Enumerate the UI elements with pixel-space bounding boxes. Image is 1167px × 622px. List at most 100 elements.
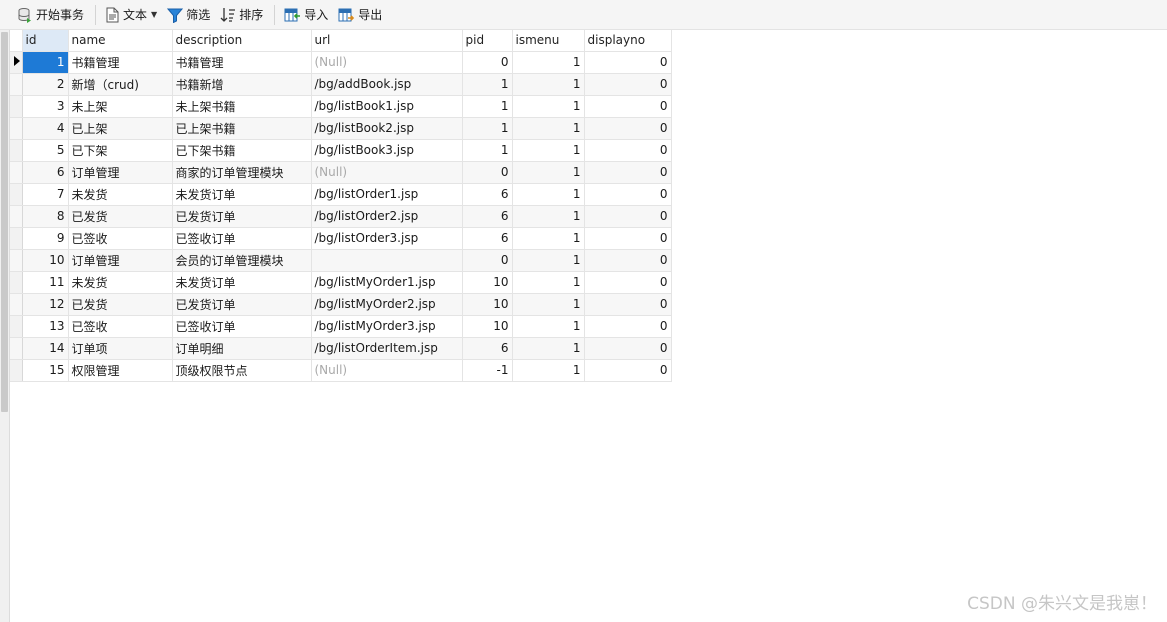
column-header-pid[interactable]: pid	[462, 30, 513, 52]
cell-name[interactable]: 新增（crud)	[68, 73, 173, 96]
cell-url[interactable]: /bg/listOrderItem.jsp	[311, 337, 463, 360]
cell-url[interactable]: /bg/listOrder3.jsp	[311, 227, 463, 250]
cell-description[interactable]: 未发货订单	[172, 183, 312, 206]
cell-displayno[interactable]: 0	[584, 139, 672, 162]
column-header-ismenu[interactable]: ismenu	[512, 30, 585, 52]
table-row[interactable]: 14 订单项 订单明细/bg/listOrderItem.jsp 6 1 0	[10, 337, 672, 360]
row-indicator[interactable]	[10, 271, 23, 294]
cell-description[interactable]: 会员的订单管理模块	[172, 249, 312, 272]
cell-name[interactable]: 已发货	[68, 205, 173, 228]
cell-id[interactable]: 12	[22, 293, 69, 316]
cell-name[interactable]: 权限管理	[68, 359, 173, 382]
cell-url[interactable]: /bg/listBook3.jsp	[311, 139, 463, 162]
cell-url[interactable]	[311, 249, 463, 272]
cell-displayno[interactable]: 0	[584, 117, 672, 140]
cell-ismenu[interactable]: 1	[512, 359, 585, 382]
cell-name[interactable]: 已签收	[68, 227, 173, 250]
cell-description[interactable]: 已上架书籍	[172, 117, 312, 140]
row-indicator[interactable]	[10, 51, 23, 74]
cell-name[interactable]: 未发货	[68, 271, 173, 294]
cell-name[interactable]: 已上架	[68, 117, 173, 140]
cell-ismenu[interactable]: 1	[512, 183, 585, 206]
cell-pid[interactable]: 6	[462, 205, 513, 228]
cell-description[interactable]: 已发货订单	[172, 205, 312, 228]
cell-pid[interactable]: 6	[462, 227, 513, 250]
cell-id[interactable]: 6	[22, 161, 69, 184]
cell-name[interactable]: 未上架	[68, 95, 173, 118]
cell-url[interactable]: (Null)	[311, 359, 463, 382]
cell-displayno[interactable]: 0	[584, 315, 672, 338]
cell-url[interactable]: /bg/listOrder2.jsp	[311, 205, 463, 228]
row-indicator[interactable]	[10, 337, 23, 360]
cell-url[interactable]: /bg/listBook1.jsp	[311, 95, 463, 118]
cell-pid[interactable]: 1	[462, 73, 513, 96]
cell-displayno[interactable]: 0	[584, 205, 672, 228]
cell-displayno[interactable]: 0	[584, 359, 672, 382]
row-indicator[interactable]	[10, 183, 23, 206]
row-indicator[interactable]	[10, 117, 23, 140]
cell-name[interactable]: 已下架	[68, 139, 173, 162]
import-button[interactable]: 导入	[281, 3, 331, 27]
table-row[interactable]: 6 订单管理 商家的订单管理模块 (Null) 0 1 0	[10, 161, 672, 184]
cell-description[interactable]: 书籍管理	[172, 51, 312, 74]
cell-ismenu[interactable]: 1	[512, 337, 585, 360]
cell-id[interactable]: 15	[22, 359, 69, 382]
cell-name[interactable]: 未发货	[68, 183, 173, 206]
cell-pid[interactable]: 10	[462, 271, 513, 294]
cell-description[interactable]: 订单明细	[172, 337, 312, 360]
cell-displayno[interactable]: 0	[584, 337, 672, 360]
cell-url[interactable]: /bg/listOrder1.jsp	[311, 183, 463, 206]
text-button[interactable]: 文本 ▼	[102, 3, 160, 27]
cell-url[interactable]: /bg/listBook2.jsp	[311, 117, 463, 140]
cell-id[interactable]: 3	[22, 95, 69, 118]
cell-ismenu[interactable]: 1	[512, 95, 585, 118]
cell-name[interactable]: 已签收	[68, 315, 173, 338]
cell-url[interactable]: (Null)	[311, 51, 463, 74]
cell-ismenu[interactable]: 1	[512, 117, 585, 140]
row-indicator[interactable]	[10, 95, 23, 118]
cell-id[interactable]: 5	[22, 139, 69, 162]
scrollbar-thumb[interactable]	[1, 32, 8, 412]
cell-pid[interactable]: 1	[462, 95, 513, 118]
cell-displayno[interactable]: 0	[584, 271, 672, 294]
export-button[interactable]: 导出	[335, 3, 385, 27]
cell-ismenu[interactable]: 1	[512, 249, 585, 272]
sort-button[interactable]: 排序	[217, 3, 266, 27]
cell-description[interactable]: 已签收订单	[172, 315, 312, 338]
cell-pid[interactable]: -1	[462, 359, 513, 382]
cell-pid[interactable]: 1	[462, 117, 513, 140]
cell-description[interactable]: 已签收订单	[172, 227, 312, 250]
table-row[interactable]: 15 权限管理 顶级权限节点 (Null) -1 1 0	[10, 359, 672, 382]
row-indicator[interactable]	[10, 293, 23, 316]
table-row[interactable]: 9 已签收 已签收订单/bg/listOrder3.jsp 6 1 0	[10, 227, 672, 250]
cell-url[interactable]: /bg/listMyOrder1.jsp	[311, 271, 463, 294]
cell-ismenu[interactable]: 1	[512, 293, 585, 316]
cell-ismenu[interactable]: 1	[512, 227, 585, 250]
cell-pid[interactable]: 6	[462, 337, 513, 360]
cell-ismenu[interactable]: 1	[512, 271, 585, 294]
cell-displayno[interactable]: 0	[584, 183, 672, 206]
cell-name[interactable]: 订单项	[68, 337, 173, 360]
table-row[interactable]: 8 已发货 已发货订单/bg/listOrder2.jsp 6 1 0	[10, 205, 672, 228]
cell-description[interactable]: 已下架书籍	[172, 139, 312, 162]
cell-displayno[interactable]: 0	[584, 51, 672, 74]
cell-id[interactable]: 9	[22, 227, 69, 250]
cell-name[interactable]: 订单管理	[68, 161, 173, 184]
cell-displayno[interactable]: 0	[584, 73, 672, 96]
cell-description[interactable]: 已发货订单	[172, 293, 312, 316]
column-header-url[interactable]: url	[311, 30, 463, 52]
cell-ismenu[interactable]: 1	[512, 205, 585, 228]
cell-ismenu[interactable]: 1	[512, 51, 585, 74]
cell-id[interactable]: 10	[22, 249, 69, 272]
column-header-displayno[interactable]: displayno	[584, 30, 672, 52]
cell-pid[interactable]: 6	[462, 183, 513, 206]
row-indicator[interactable]	[10, 359, 23, 382]
begin-transaction-button[interactable]: 开始事务	[14, 3, 87, 27]
cell-id[interactable]: 4	[22, 117, 69, 140]
table-row[interactable]: 3 未上架 未上架书籍/bg/listBook1.jsp 1 1 0	[10, 95, 672, 118]
cell-url[interactable]: /bg/listMyOrder3.jsp	[311, 315, 463, 338]
filter-button[interactable]: 筛选	[164, 3, 213, 27]
cell-description[interactable]: 顶级权限节点	[172, 359, 312, 382]
column-header-description[interactable]: description	[172, 30, 312, 52]
vertical-scrollbar[interactable]	[0, 30, 10, 622]
